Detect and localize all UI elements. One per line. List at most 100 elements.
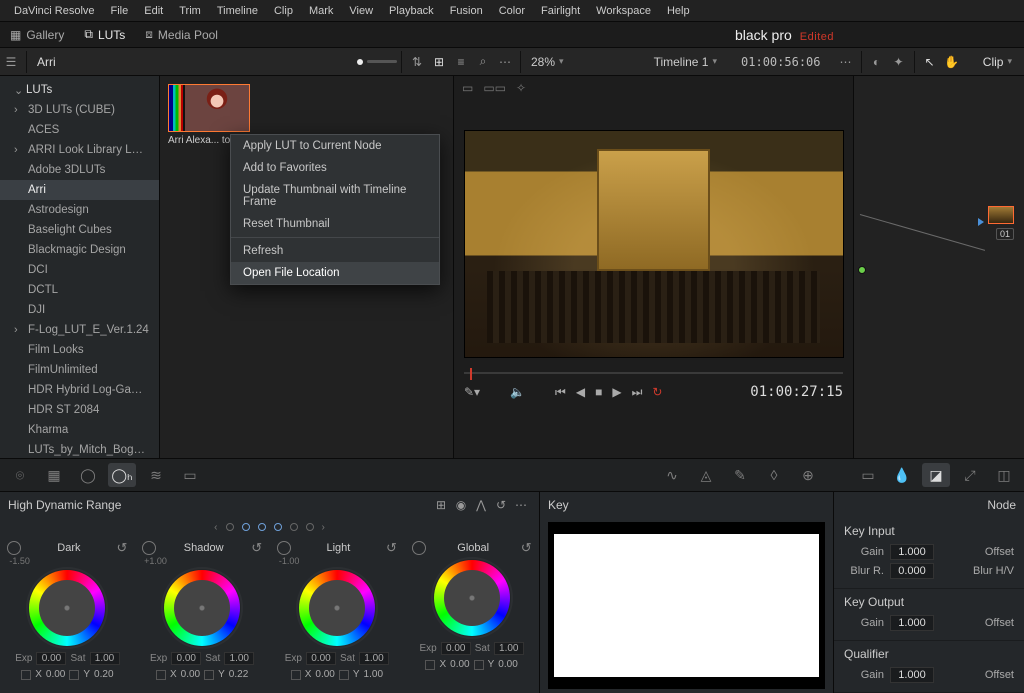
warper-icon[interactable]: ◬	[692, 463, 720, 487]
tab-gallery[interactable]: ▦ Gallery	[0, 22, 74, 47]
sizing-icon[interactable]: ⤢	[956, 463, 984, 487]
menu-item[interactable]: Color	[491, 3, 533, 19]
3d-icon[interactable]: ◫	[990, 463, 1018, 487]
playhead[interactable]	[470, 368, 472, 380]
ctx-item[interactable]: Open File Location	[231, 262, 439, 284]
viewer-scrubber[interactable]	[464, 368, 843, 378]
scopes-icon[interactable]: ◐	[866, 55, 888, 69]
page-dot[interactable]	[226, 523, 234, 531]
stop-button[interactable]: ■	[595, 385, 602, 399]
next-page[interactable]: ›	[322, 522, 325, 533]
reset-icon[interactable]: ↺	[491, 498, 511, 512]
tree-item[interactable]: Baselight Cubes	[0, 220, 159, 240]
page-dot[interactable]	[274, 523, 282, 531]
tree-root[interactable]: LUTs	[0, 80, 159, 100]
tree-item[interactable]: DJI	[0, 300, 159, 320]
reset-icon[interactable]: ↺	[251, 540, 262, 556]
ctx-item[interactable]: Reset Thumbnail	[231, 213, 439, 235]
prev-frame-button[interactable]: ◀	[576, 385, 585, 399]
node-thumbnail[interactable]	[988, 206, 1014, 224]
picker-icon[interactable]	[412, 541, 426, 555]
sat-value[interactable]: 1.00	[90, 652, 120, 665]
key-icon[interactable]: ◪	[922, 463, 950, 487]
prev-page[interactable]: ‹	[214, 522, 217, 533]
grid-view-icon[interactable]: ⊞	[428, 55, 450, 69]
list-view-icon[interactable]: ≡	[450, 55, 472, 69]
color-wheel[interactable]	[299, 570, 375, 646]
color-match-icon[interactable]: ▦	[40, 463, 68, 487]
y-toggle[interactable]	[339, 670, 349, 680]
ctx-item[interactable]: Update Thumbnail with Timeline Frame	[231, 179, 439, 213]
reset-icon[interactable]: ↺	[116, 540, 127, 556]
reset-icon[interactable]: ↺	[521, 540, 532, 556]
y-toggle[interactable]	[474, 660, 484, 670]
y-value[interactable]: 0.20	[94, 669, 113, 680]
exp-value[interactable]: 0.00	[36, 652, 66, 665]
menu-item[interactable]: View	[341, 3, 381, 19]
y-value[interactable]: 1.00	[364, 669, 383, 680]
transport-timecode[interactable]: 01:00:27:15	[750, 384, 843, 400]
menu-item[interactable]: Playback	[381, 3, 442, 19]
tree-item[interactable]: FilmUnlimited	[0, 360, 159, 380]
tree-item[interactable]: Arri	[0, 180, 159, 200]
picker-icon[interactable]	[277, 541, 291, 555]
exp-value[interactable]: 0.00	[171, 652, 201, 665]
x-toggle[interactable]	[425, 660, 435, 670]
graph-icon[interactable]: ⋀	[471, 498, 491, 512]
tree-item[interactable]: DCTL	[0, 280, 159, 300]
thumb-size-slider[interactable]	[367, 60, 397, 63]
x-toggle[interactable]	[291, 670, 301, 680]
camera-raw-icon[interactable]: ⌾	[6, 463, 34, 487]
ctx-item[interactable]: Refresh	[231, 240, 439, 262]
qualifier-icon[interactable]: ✎	[726, 463, 754, 487]
menu-item[interactable]: DaVinci Resolve	[6, 3, 103, 19]
ctx-item[interactable]: Add to Favorites	[231, 157, 439, 179]
sat-value[interactable]: 1.00	[494, 642, 524, 655]
breadcrumb[interactable]: Arri	[37, 55, 277, 69]
motion-icon[interactable]: ▭	[176, 463, 204, 487]
page-dot[interactable]	[290, 523, 298, 531]
tree-item[interactable]: ACES	[0, 120, 159, 140]
sat-value[interactable]: 1.00	[359, 652, 389, 665]
list-icon[interactable]: ☰	[0, 55, 22, 69]
exp-value[interactable]: 0.00	[441, 642, 471, 655]
color-wheel[interactable]	[29, 570, 105, 646]
menu-item[interactable]: Workspace	[588, 3, 659, 19]
color-wheel[interactable]	[434, 560, 510, 636]
wheel-mode-icon[interactable]: ◉	[451, 498, 471, 512]
exp-value[interactable]: 0.00	[306, 652, 336, 665]
clip-mode-icon[interactable]: ▭	[462, 81, 473, 95]
gain-value[interactable]: 1.000	[890, 544, 934, 560]
menu-item[interactable]: Mark	[301, 3, 341, 19]
tree-item[interactable]: HDR ST 2084	[0, 400, 159, 420]
x-toggle[interactable]	[21, 670, 31, 680]
blur-r-value[interactable]: 0.000	[890, 563, 934, 579]
clip-dropdown[interactable]: Clip ▾	[983, 55, 1012, 69]
tree-item[interactable]: Kharma	[0, 420, 159, 440]
tree-item[interactable]: Blackmagic Design	[0, 240, 159, 260]
x-value[interactable]: 0.00	[181, 669, 200, 680]
y-toggle[interactable]	[204, 670, 214, 680]
x-toggle[interactable]	[156, 670, 166, 680]
node-connect-out[interactable]	[978, 218, 984, 226]
page-dot[interactable]	[242, 523, 250, 531]
picker-icon[interactable]	[7, 541, 21, 555]
wheels-icon[interactable]: ◯	[74, 463, 102, 487]
y-value[interactable]: 0.22	[229, 669, 248, 680]
more-icon[interactable]: ⋯	[511, 498, 531, 512]
tree-item[interactable]: Astrodesign	[0, 200, 159, 220]
menu-item[interactable]: Trim	[171, 3, 209, 19]
nodes-icon[interactable]: ✦	[888, 55, 910, 69]
tab-luts[interactable]: ⧉ LUTs	[74, 22, 135, 47]
hdr-icon[interactable]: ◯ₕ	[108, 463, 136, 487]
first-frame-button[interactable]: ⏮	[555, 385, 566, 400]
ctx-item[interactable]: Apply LUT to Current Node	[231, 135, 439, 157]
tree-item[interactable]: DCI	[0, 260, 159, 280]
menu-item[interactable]: Fairlight	[533, 3, 588, 19]
search-icon[interactable]: ⌕	[472, 54, 494, 69]
tree-item[interactable]: F-Log_LUT_E_Ver.1.24	[0, 320, 159, 340]
viewer-zoom[interactable]: 28% ▾	[531, 55, 564, 69]
window-icon[interactable]: ◊	[760, 463, 788, 487]
tree-item[interactable]: Adobe 3DLUTs	[0, 160, 159, 180]
picker-icon[interactable]: ✎▾	[464, 385, 480, 399]
